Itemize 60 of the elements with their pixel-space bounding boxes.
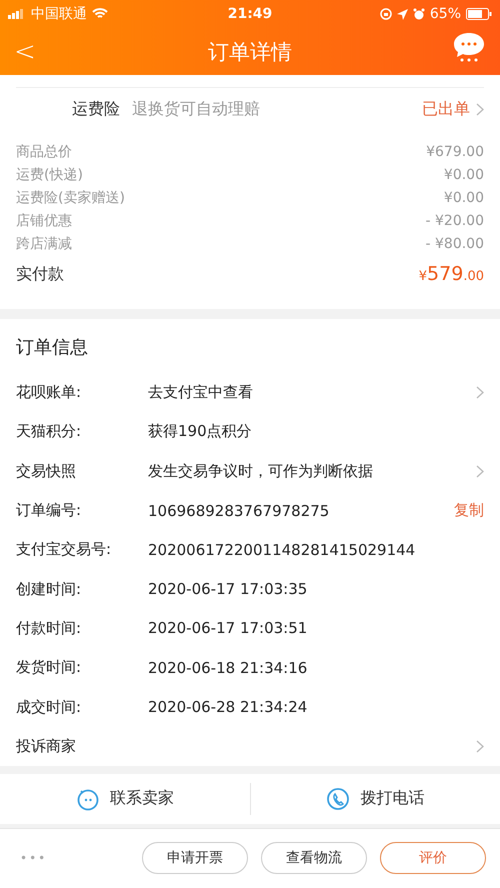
info-label: 付款时间: [16,618,82,638]
status-time: 21:49 [228,6,272,22]
price-label: 跨店满减 [16,234,72,252]
page-title: 订单详情 [208,38,292,66]
insurance-description: 退换货可自动理赔 [132,98,261,120]
info-label: 订单编号: [16,501,82,520]
chevron-right-icon[interactable] [476,386,484,400]
info-label: 交易快照 [16,462,77,481]
signal-icon [8,9,26,19]
info-label: 投诉商家 [16,736,77,756]
info-label: 花呗账单: [16,383,82,402]
more-button[interactable]: ••• [20,851,48,866]
price-label: 运费(快递) [16,166,83,184]
info-label: 创建时间: [16,580,82,599]
price-label: 店铺优惠 [16,212,72,230]
info-label: 支付宝交易号: [16,540,112,560]
action-button[interactable]: 评价 [380,842,486,874]
info-value: 1069689283767978275 [148,502,330,520]
info-label: 天猫积分: [16,422,82,442]
info-value: 发生交易争议时，可作为判断依据 [148,462,374,481]
action-button[interactable]: 申请开票 [142,842,248,874]
insurance-label: 运费险 [72,98,120,120]
price-value: ¥0.00 [444,190,484,206]
action-button[interactable]: 查看物流 [261,842,367,874]
price-value: ¥679.00 [426,144,484,160]
carrier-name: 中国联通 [31,5,87,23]
info-label: 发货时间: [16,658,82,678]
battery-percent: 65% [430,6,461,22]
back-button[interactable]: < [14,36,36,66]
price-label: 商品总价 [16,142,72,160]
insurance-status-link[interactable]: 已出单 [422,98,470,120]
info-value: 获得190点积分 [148,422,253,442]
total-amount: ¥579.00 [418,263,484,285]
chat-face-icon [76,786,100,811]
wifi-icon [92,8,108,20]
chat-bubble-icon[interactable] [452,30,486,62]
info-value: 2020-06-17 17:03:51 [148,619,308,638]
info-label: 成交时间: [16,698,82,717]
chevron-right-icon [476,102,484,116]
price-value: - ¥80.00 [426,236,484,252]
info-value: 2020-06-18 21:34:16 [148,658,308,677]
location-icon [396,8,408,20]
lock-rotation-icon [380,8,392,20]
copy-button[interactable]: 复制 [454,501,484,520]
total-label: 实付款 [16,264,64,284]
chevron-right-icon[interactable] [476,464,484,478]
chevron-right-icon[interactable] [476,740,484,753]
price-value: - ¥20.00 [426,212,484,228]
section-title: 订单信息 [16,336,89,360]
info-value: 2020061722001148281415029144 [148,540,416,559]
alarm-icon [412,8,425,20]
contact-seller-button[interactable]: 联系卖家 [0,786,250,811]
price-value: ¥0.00 [444,166,484,182]
phone-icon [326,786,350,811]
info-value: 2020-06-17 17:03:35 [148,580,308,598]
info-value: 去支付宝中查看 [148,383,254,402]
price-label: 运费险(卖家赠送) [16,188,125,206]
battery-icon [466,8,492,20]
call-button[interactable]: 拨打电话 [250,786,500,811]
info-value: 2020-06-28 21:34:24 [148,698,308,716]
